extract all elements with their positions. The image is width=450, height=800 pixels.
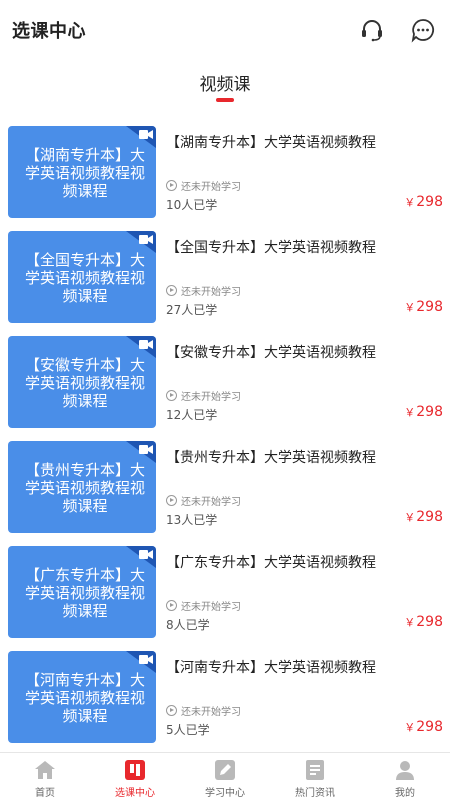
currency-symbol: ￥: [404, 301, 416, 314]
course-price: ￥298: [404, 194, 443, 210]
price-value: 298: [416, 509, 443, 525]
price-value: 298: [416, 404, 443, 420]
nav-item-mine[interactable]: 我的: [360, 753, 450, 800]
learning-status: 还未开始学习: [166, 388, 241, 403]
course-title: 【广东专升本】大学英语视频教程: [166, 555, 376, 571]
video-camera-icon: [139, 655, 153, 664]
price-value: 298: [416, 719, 443, 735]
study-edit-icon: [214, 759, 236, 781]
currency-symbol: ￥: [404, 721, 416, 734]
headset-icon[interactable]: [358, 16, 386, 44]
learner-count: 12人已学: [166, 408, 218, 422]
nav-item-course-center[interactable]: 选课中心: [90, 753, 180, 800]
course-thumbnail: 【湖南专升本】大学英语视频教程视频课程: [8, 126, 156, 218]
learner-count: 27人已学: [166, 303, 218, 317]
status-text: 还未开始学习: [181, 497, 241, 508]
course-thumbnail: 【安徽专升本】大学英语视频教程视频课程: [8, 336, 156, 428]
home-icon: [34, 759, 56, 781]
thumbnail-text: 【全国专升本】大学英语视频教程视频课程: [24, 251, 145, 305]
news-icon: [304, 759, 326, 781]
learner-count: 8人已学: [166, 618, 210, 632]
nav-item-home[interactable]: 首页: [0, 753, 90, 800]
page-title: 选课中心: [12, 21, 86, 42]
currency-symbol: ￥: [404, 406, 416, 419]
play-circle-icon: [166, 600, 177, 611]
course-price: ￥298: [404, 299, 443, 315]
thumbnail-text: 【贵州专升本】大学英语视频教程视频课程: [24, 461, 145, 515]
video-camera-icon: [139, 235, 153, 244]
learning-status: 还未开始学习: [166, 493, 241, 508]
nav-item-hot-news[interactable]: 热门资讯: [270, 753, 360, 800]
course-thumbnail: 【河南专升本】大学英语视频教程视频课程: [8, 651, 156, 743]
course-thumbnail: 【全国专升本】大学英语视频教程视频课程: [8, 231, 156, 323]
thumbnail-text: 【湖南专升本】大学英语视频教程视频课程: [24, 146, 145, 200]
status-text: 还未开始学习: [181, 392, 241, 403]
course-price: ￥298: [404, 614, 443, 630]
tab-video-course[interactable]: 视频课: [0, 66, 450, 106]
video-camera-icon: [139, 445, 153, 454]
price-value: 298: [416, 299, 443, 315]
price-value: 298: [416, 614, 443, 630]
course-price: ￥298: [404, 719, 443, 735]
top-bar: 选课中心: [0, 0, 450, 58]
profile-icon: [394, 759, 416, 781]
learner-count: 10人已学: [166, 198, 218, 212]
play-circle-icon: [166, 390, 177, 401]
course-title: 【湖南专升本】大学英语视频教程: [166, 135, 376, 151]
tab-label: 视频课: [199, 75, 251, 95]
course-select-icon: [124, 759, 146, 781]
nav-label: 选课中心: [115, 788, 155, 799]
currency-symbol: ￥: [404, 616, 416, 629]
thumbnail-text: 【广东专升本】大学英语视频教程视频课程: [24, 566, 145, 620]
nav-item-study-center[interactable]: 学习中心: [180, 753, 270, 800]
course-card[interactable]: 【安徽专升本】大学英语视频教程视频课程 【安徽专升本】大学英语视频教程 还未开始…: [0, 334, 450, 430]
nav-label: 学习中心: [205, 788, 245, 799]
learning-status: 还未开始学习: [166, 178, 241, 193]
thumbnail-text: 【河南专升本】大学英语视频教程视频课程: [24, 671, 145, 725]
play-circle-icon: [166, 495, 177, 506]
course-title: 【全国专升本】大学英语视频教程: [166, 240, 376, 256]
learning-status: 还未开始学习: [166, 283, 241, 298]
course-title: 【安徽专升本】大学英语视频教程: [166, 345, 376, 361]
learner-count: 13人已学: [166, 513, 218, 527]
course-title: 【河南专升本】大学英语视频教程: [166, 660, 376, 676]
status-text: 还未开始学习: [181, 602, 241, 613]
play-circle-icon: [166, 180, 177, 191]
tab-active-indicator: [216, 98, 234, 102]
chat-bubble-icon[interactable]: [409, 16, 437, 44]
video-camera-icon: [139, 550, 153, 559]
learning-status: 还未开始学习: [166, 598, 241, 613]
bottom-nav: 首页 选课中心 学习中心 热门资讯 我的: [0, 752, 450, 800]
course-card[interactable]: 【贵州专升本】大学英语视频教程视频课程 【贵州专升本】大学英语视频教程 还未开始…: [0, 439, 450, 535]
course-price: ￥298: [404, 509, 443, 525]
course-thumbnail: 【广东专升本】大学英语视频教程视频课程: [8, 546, 156, 638]
status-text: 还未开始学习: [181, 287, 241, 298]
status-text: 还未开始学习: [181, 707, 241, 718]
video-camera-icon: [139, 340, 153, 349]
play-circle-icon: [166, 705, 177, 716]
play-circle-icon: [166, 285, 177, 296]
learning-status: 还未开始学习: [166, 703, 241, 718]
status-text: 还未开始学习: [181, 182, 241, 193]
learner-count: 5人已学: [166, 723, 210, 737]
course-card[interactable]: 【河南专升本】大学英语视频教程视频课程 【河南专升本】大学英语视频教程 还未开始…: [0, 649, 450, 745]
course-card[interactable]: 【广东专升本】大学英语视频教程视频课程 【广东专升本】大学英语视频教程 还未开始…: [0, 544, 450, 640]
currency-symbol: ￥: [404, 196, 416, 209]
course-title: 【贵州专升本】大学英语视频教程: [166, 450, 376, 466]
course-card[interactable]: 【湖南专升本】大学英语视频教程视频课程 【湖南专升本】大学英语视频教程 还未开始…: [0, 124, 450, 220]
nav-label: 我的: [395, 788, 415, 799]
nav-label: 热门资讯: [295, 788, 335, 799]
video-camera-icon: [139, 130, 153, 139]
price-value: 298: [416, 194, 443, 210]
thumbnail-text: 【安徽专升本】大学英语视频教程视频课程: [24, 356, 145, 410]
course-price: ￥298: [404, 404, 443, 420]
course-thumbnail: 【贵州专升本】大学英语视频教程视频课程: [8, 441, 156, 533]
currency-symbol: ￥: [404, 511, 416, 524]
course-card[interactable]: 【全国专升本】大学英语视频教程视频课程 【全国专升本】大学英语视频教程 还未开始…: [0, 229, 450, 325]
nav-label: 首页: [35, 788, 55, 799]
